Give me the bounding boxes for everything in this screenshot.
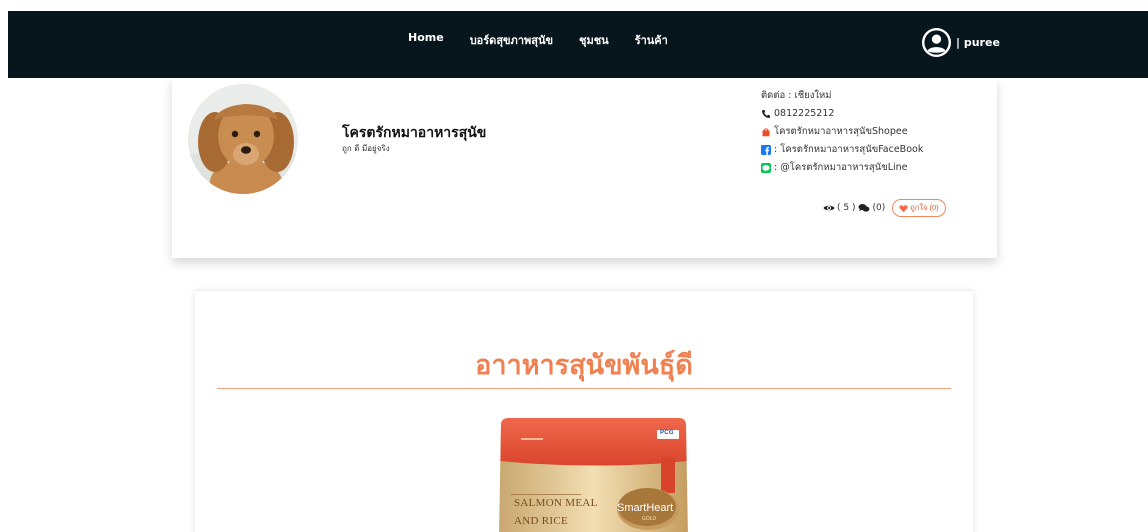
views-stat: ( 5 ) — [823, 203, 855, 213]
shopee-link[interactable]: โครตรักหมาอาหารสุนัขShopee — [774, 123, 908, 141]
shop-profile-card: โครตรักหมาอาหารสุนัข ถูก ดี มีอยู่จริง ต… — [172, 78, 997, 258]
user-circle-icon — [921, 27, 952, 58]
like-label: ถูกใจ (0) — [910, 203, 939, 212]
article-card: อาาหารสุนัขพันธุ์ดี PCG SALMON MEAL AND … — [195, 291, 973, 532]
shop-tagline: ถูก ดี มีอยู่จริง — [342, 144, 390, 153]
shop-avatar — [188, 84, 298, 194]
top-navbar: Home บอร์ดสุขภาพสุนัข ชุมชน ร้านค้า | pu… — [8, 11, 1148, 78]
contact-info: ติดต่อ : เชียงใหม่ 0812225212 โครตรักหมา… — [761, 87, 986, 177]
nav-home[interactable]: Home — [408, 31, 444, 49]
line-icon — [761, 163, 771, 173]
product-line-1: SALMON MEAL — [514, 497, 598, 509]
facebook-link[interactable]: : โครตรักหมาอาหารสุนัขFaceBook — [774, 141, 923, 159]
views-count: ( 5 ) — [837, 203, 856, 213]
nav-health-board[interactable]: บอร์ดสุขภาพสุนัข — [470, 31, 553, 49]
eye-icon — [823, 205, 835, 211]
article-title: อาาหารสุนัขพันธุ์ดี — [475, 350, 693, 381]
contact-phone-text: 0812225212 — [774, 108, 835, 119]
product-brand-sub: GOLD — [642, 516, 657, 522]
contact-phone: 0812225212 — [761, 105, 986, 123]
heart-icon — [899, 204, 908, 212]
contact-facebook: : โครตรักหมาอาหารสุนัขFaceBook — [761, 141, 986, 159]
user-name: | puree — [956, 36, 1000, 49]
comments-count: (0) — [872, 203, 886, 213]
profile-stats: ( 5 ) (0) ถูกใจ (0) — [823, 199, 946, 217]
comments-icon — [858, 204, 870, 212]
contact-location: ติดต่อ : เชียงใหม่ — [761, 87, 986, 105]
product-line-2: AND RICE — [514, 515, 569, 527]
contact-line: : @โครตรักหมาอาหารสุนัขLine — [761, 159, 986, 177]
user-menu[interactable]: | puree — [921, 27, 1000, 58]
like-button[interactable]: ถูกใจ (0) — [892, 199, 946, 217]
nav-community[interactable]: ชุมชน — [579, 31, 609, 49]
nav-shop[interactable]: ร้านค้า — [635, 31, 668, 49]
phone-icon — [762, 110, 770, 118]
main-nav: Home บอร์ดสุขภาพสุนัข ชุมชน ร้านค้า — [408, 31, 668, 49]
title-divider — [217, 388, 951, 389]
product-tag: PCG — [660, 430, 674, 436]
product-brand: SmartHeart — [617, 502, 674, 514]
shop-name: โครตรักหมาอาหารสุนัข — [342, 125, 487, 141]
comments-stat: (0) — [858, 203, 885, 213]
dog-photo — [188, 84, 298, 194]
shopping-bag-icon — [762, 128, 770, 137]
facebook-icon — [761, 145, 771, 155]
line-link[interactable]: : @โครตรักหมาอาหารสุนัขLine — [774, 159, 908, 177]
contact-location-text: ติดต่อ : เชียงใหม่ — [761, 90, 832, 101]
product-image: PCG SALMON MEAL AND RICE SmartHeart GOLD — [497, 417, 690, 532]
contact-shopee: โครตรักหมาอาหารสุนัขShopee — [761, 123, 986, 141]
